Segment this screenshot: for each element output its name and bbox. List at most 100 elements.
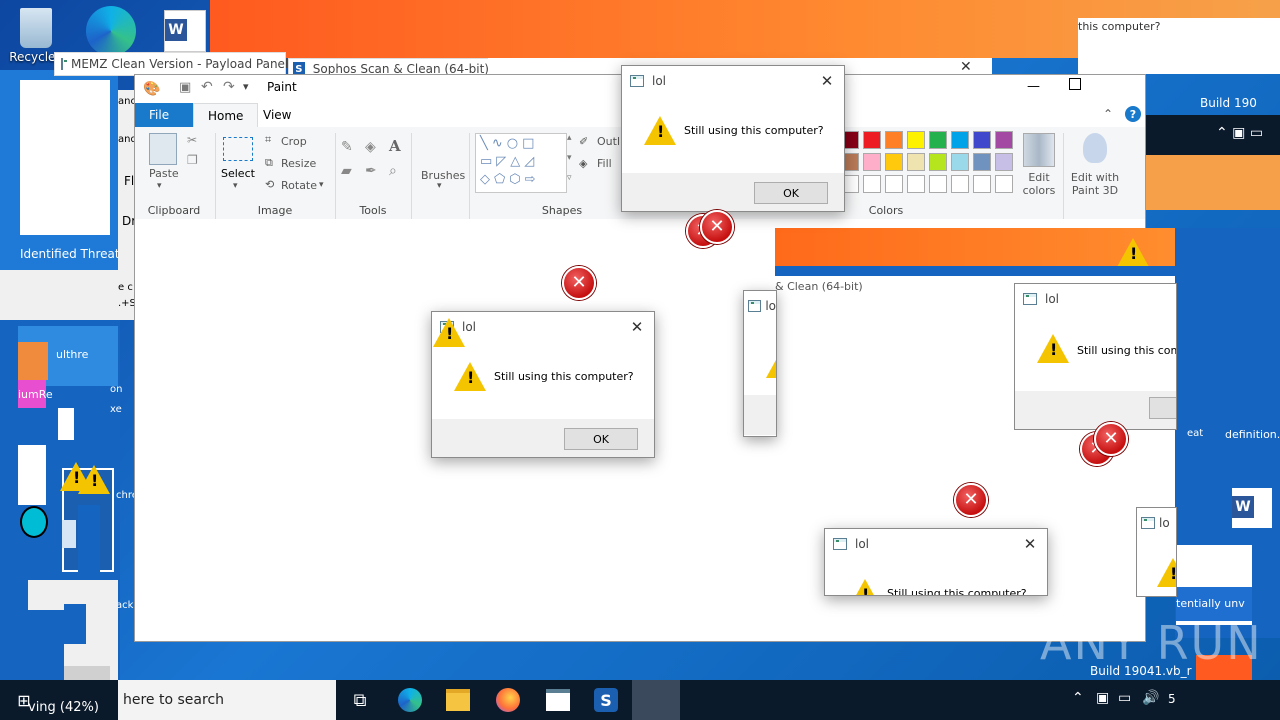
color-swatch[interactable] [885,175,903,193]
close-icon[interactable]: ✕ [1013,530,1047,558]
file-explorer-button[interactable] [434,680,482,720]
outline-icon[interactable]: ✐ [579,135,588,148]
shapes-gallery[interactable]: ╲∿○□ ▭◸△◿ ◇⬠⬡⇨ [475,133,567,193]
minimize-icon[interactable]: — [1027,79,1040,94]
color-swatch[interactable] [951,175,969,193]
maximize-icon[interactable] [1069,78,1081,90]
shapes-more-icon[interactable]: ▿ [567,173,572,183]
edge-taskbar-button[interactable] [386,680,434,720]
color-palette [841,131,1021,197]
select-icon[interactable] [223,137,253,161]
color-picker-icon[interactable]: ✒ [365,163,377,179]
close-icon[interactable]: ✕ [620,313,654,341]
sophos-taskbar-button[interactable]: S [582,680,630,720]
fill-bucket-icon[interactable]: ◈ [365,139,376,155]
resize-icon[interactable]: ⧉ [265,156,273,170]
glitch-round-icon [20,506,48,538]
search-box[interactable]: here to search [118,680,336,720]
color-swatch[interactable] [973,153,991,171]
tab-file[interactable]: File [135,103,193,127]
edge-desktop-icon[interactable] [86,6,136,56]
quick-access-dropdown-icon[interactable]: ▾ [243,80,249,93]
color-swatch[interactable] [951,131,969,149]
crop-icon[interactable]: ⌗ [265,133,271,147]
memz-window-title: MEMZ Clean Version - Payload Panel [71,57,289,71]
glitch-text-potentially: tentially unv [1176,597,1245,610]
shapes-scroll-down-icon[interactable]: ▾ [567,153,572,163]
save-icon[interactable]: ▣ [179,80,191,95]
glitch-tray-strip: ⌃ ▣ ▭ [1140,115,1280,155]
volume-icon[interactable]: 🔊 [1142,690,1159,706]
tab-view[interactable]: View [249,103,305,127]
color-swatch[interactable] [885,131,903,149]
outline-button[interactable]: Outli [597,135,623,148]
select-button[interactable]: Select [221,167,255,180]
app-icon [61,58,67,70]
color-swatch[interactable] [885,153,903,171]
shapes-scroll-up-icon[interactable]: ▴ [567,133,572,143]
paint-3d-icon[interactable] [1083,133,1107,163]
color-swatch[interactable] [907,175,925,193]
chevron-up-icon[interactable]: ⌃ [1072,690,1084,706]
text-tool-icon[interactable]: A [389,137,401,155]
firefox-button[interactable] [484,680,532,720]
error-icon: ✕ [700,210,734,244]
close-icon[interactable]: ✕ [810,67,844,95]
color-swatch[interactable] [907,153,925,171]
undo-icon[interactable]: ↶ [201,79,213,95]
eraser-icon[interactable]: ▰ [341,163,352,179]
ok-button[interactable] [1149,397,1176,419]
paste-dropdown-icon[interactable]: ▾ [157,181,162,191]
color-swatch[interactable] [929,175,947,193]
fill-button[interactable]: Fill [597,157,612,170]
color-swatch[interactable] [863,153,881,171]
warning-icon: ! [78,465,110,494]
brushes-dropdown-icon[interactable]: ▾ [437,181,442,191]
brushes-button[interactable]: Brushes [421,169,465,182]
resize-button[interactable]: Resize [281,157,316,170]
help-icon[interactable]: ? [1125,106,1141,122]
select-dropdown-icon[interactable]: ▾ [233,181,238,191]
clipboard-group-label: Clipboard [147,204,201,217]
close-icon[interactable]: ✕ [960,59,972,75]
edit-with-paint-3d-button[interactable]: Edit with Paint 3D [1067,171,1123,197]
network-icon[interactable]: ▭ [1118,690,1131,706]
paint-taskbar-button[interactable] [632,680,680,720]
pencil-icon[interactable]: ✎ [341,139,353,155]
warning-icon: ! [1037,334,1069,363]
rotate-button[interactable]: Rotate [281,179,317,192]
color-swatch[interactable] [929,153,947,171]
color-swatch[interactable] [863,175,881,193]
color-swatch[interactable] [907,131,925,149]
rotate-icon[interactable]: ⟲ [265,178,274,191]
color-swatch[interactable] [995,131,1013,149]
identified-threats-label: Identified Threat: [20,247,124,261]
color-swatch[interactable] [863,131,881,149]
collapse-ribbon-icon[interactable]: ⌃ [1103,107,1113,121]
ok-button[interactable]: OK [754,182,828,204]
redo-icon[interactable]: ↷ [223,79,235,95]
color-swatch[interactable] [973,175,991,193]
cut-icon[interactable]: ✂ [187,133,197,147]
memz-window-titlebar[interactable]: MEMZ Clean Version - Payload Panel [54,52,289,76]
color-swatch[interactable] [929,131,947,149]
ok-button[interactable]: OK [564,428,638,450]
word-desktop-icon[interactable]: W [164,10,206,52]
rotate-dropdown-icon[interactable]: ▾ [319,180,324,190]
edit-colors-button[interactable]: Edit colors [1019,171,1059,197]
security-tray-icon[interactable]: ▣ [1096,690,1109,706]
task-view-button[interactable]: ⧉ [336,680,384,720]
copy-icon[interactable]: ❐ [187,153,198,167]
color-swatch[interactable] [973,131,991,149]
crop-button[interactable]: Crop [281,135,307,148]
color-swatch[interactable] [951,153,969,171]
magnifier-icon[interactable]: ⌕ [389,163,397,179]
memz-taskbar-button[interactable] [534,680,582,720]
paste-button[interactable]: Paste [149,167,179,180]
color-swatch[interactable] [995,175,1013,193]
fill-icon[interactable]: ◈ [579,157,587,170]
edit-colors-icon[interactable] [1023,133,1055,167]
clock[interactable]: 5 [1168,692,1176,706]
color-swatch[interactable] [995,153,1013,171]
paste-icon[interactable] [149,133,177,165]
